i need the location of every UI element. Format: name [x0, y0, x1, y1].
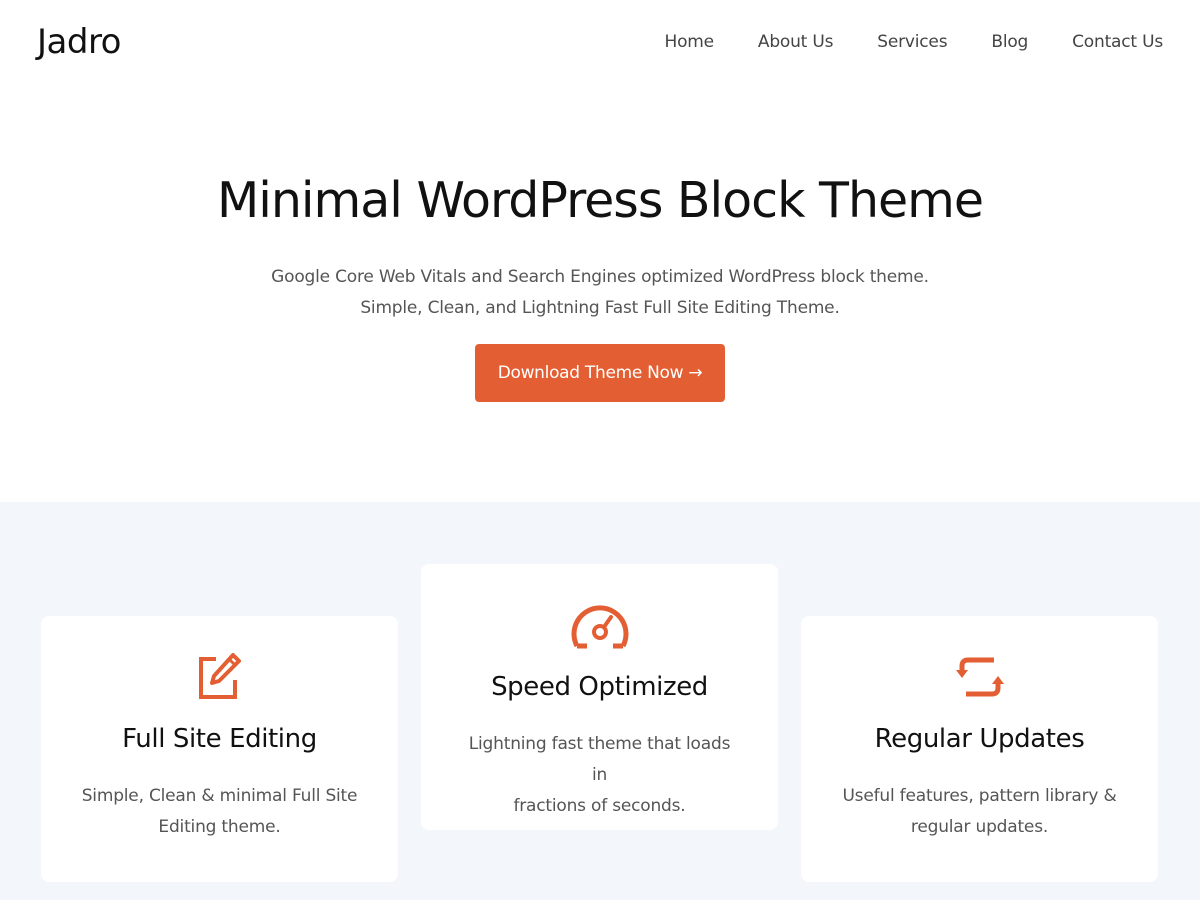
feature-card-regular-updates: Regular Updates Useful features, pattern… [801, 616, 1158, 882]
site-title-link[interactable]: Jadro [37, 22, 121, 62]
hero-subtitle: Google Core Web Vitals and Search Engine… [0, 262, 1200, 324]
nav-item-services[interactable]: Services [877, 32, 947, 52]
hero-title: Minimal WordPress Block Theme [216, 172, 984, 229]
hero-subtitle-line2: Simple, Clean, and Lightning Fast Full S… [360, 298, 840, 318]
feature-description-line2: regular updates. [910, 817, 1049, 837]
feature-description-line1: Lightning fast theme that loads in [468, 734, 731, 785]
hero-subtitle-line1: Google Core Web Vitals and Search Engine… [271, 267, 929, 287]
nav-item-contact-us[interactable]: Contact Us [1072, 32, 1163, 52]
feature-description-line2: fractions of seconds. [513, 796, 686, 816]
feature-title: Regular Updates [874, 724, 1085, 754]
nav-item-blog[interactable]: Blog [991, 32, 1028, 52]
feature-title: Full Site Editing [122, 724, 317, 754]
feature-title: Speed Optimized [491, 672, 708, 702]
refresh-icon [801, 652, 1158, 702]
edit-icon [41, 652, 398, 700]
speedometer-icon [421, 600, 778, 650]
site-header: Jadro Home About Us Services Blog Contac… [0, 0, 1200, 90]
feature-description-line1: Simple, Clean & minimal Full Site [81, 786, 358, 806]
feature-description: Useful features, pattern library & regul… [841, 781, 1118, 843]
feature-description: Simple, Clean & minimal Full Site Editin… [81, 781, 358, 843]
nav-item-about-us[interactable]: About Us [758, 32, 834, 52]
nav-item-home[interactable]: Home [664, 32, 714, 52]
feature-description-line1: Useful features, pattern library & [842, 786, 1117, 806]
feature-description-line2: Editing theme. [158, 817, 281, 837]
feature-card-full-site-editing: Full Site Editing Simple, Clean & minima… [41, 616, 398, 882]
features-section: Full Site Editing Simple, Clean & minima… [0, 502, 1200, 900]
hero-section: Minimal WordPress Block Theme Google Cor… [0, 90, 1200, 502]
feature-card-speed-optimized: Speed Optimized Lightning fast theme tha… [421, 564, 778, 830]
feature-description: Lightning fast theme that loads in fract… [461, 729, 738, 822]
primary-navigation: Home About Us Services Blog Contact Us [620, 32, 1163, 52]
download-theme-button[interactable]: Download Theme Now → [475, 344, 725, 402]
